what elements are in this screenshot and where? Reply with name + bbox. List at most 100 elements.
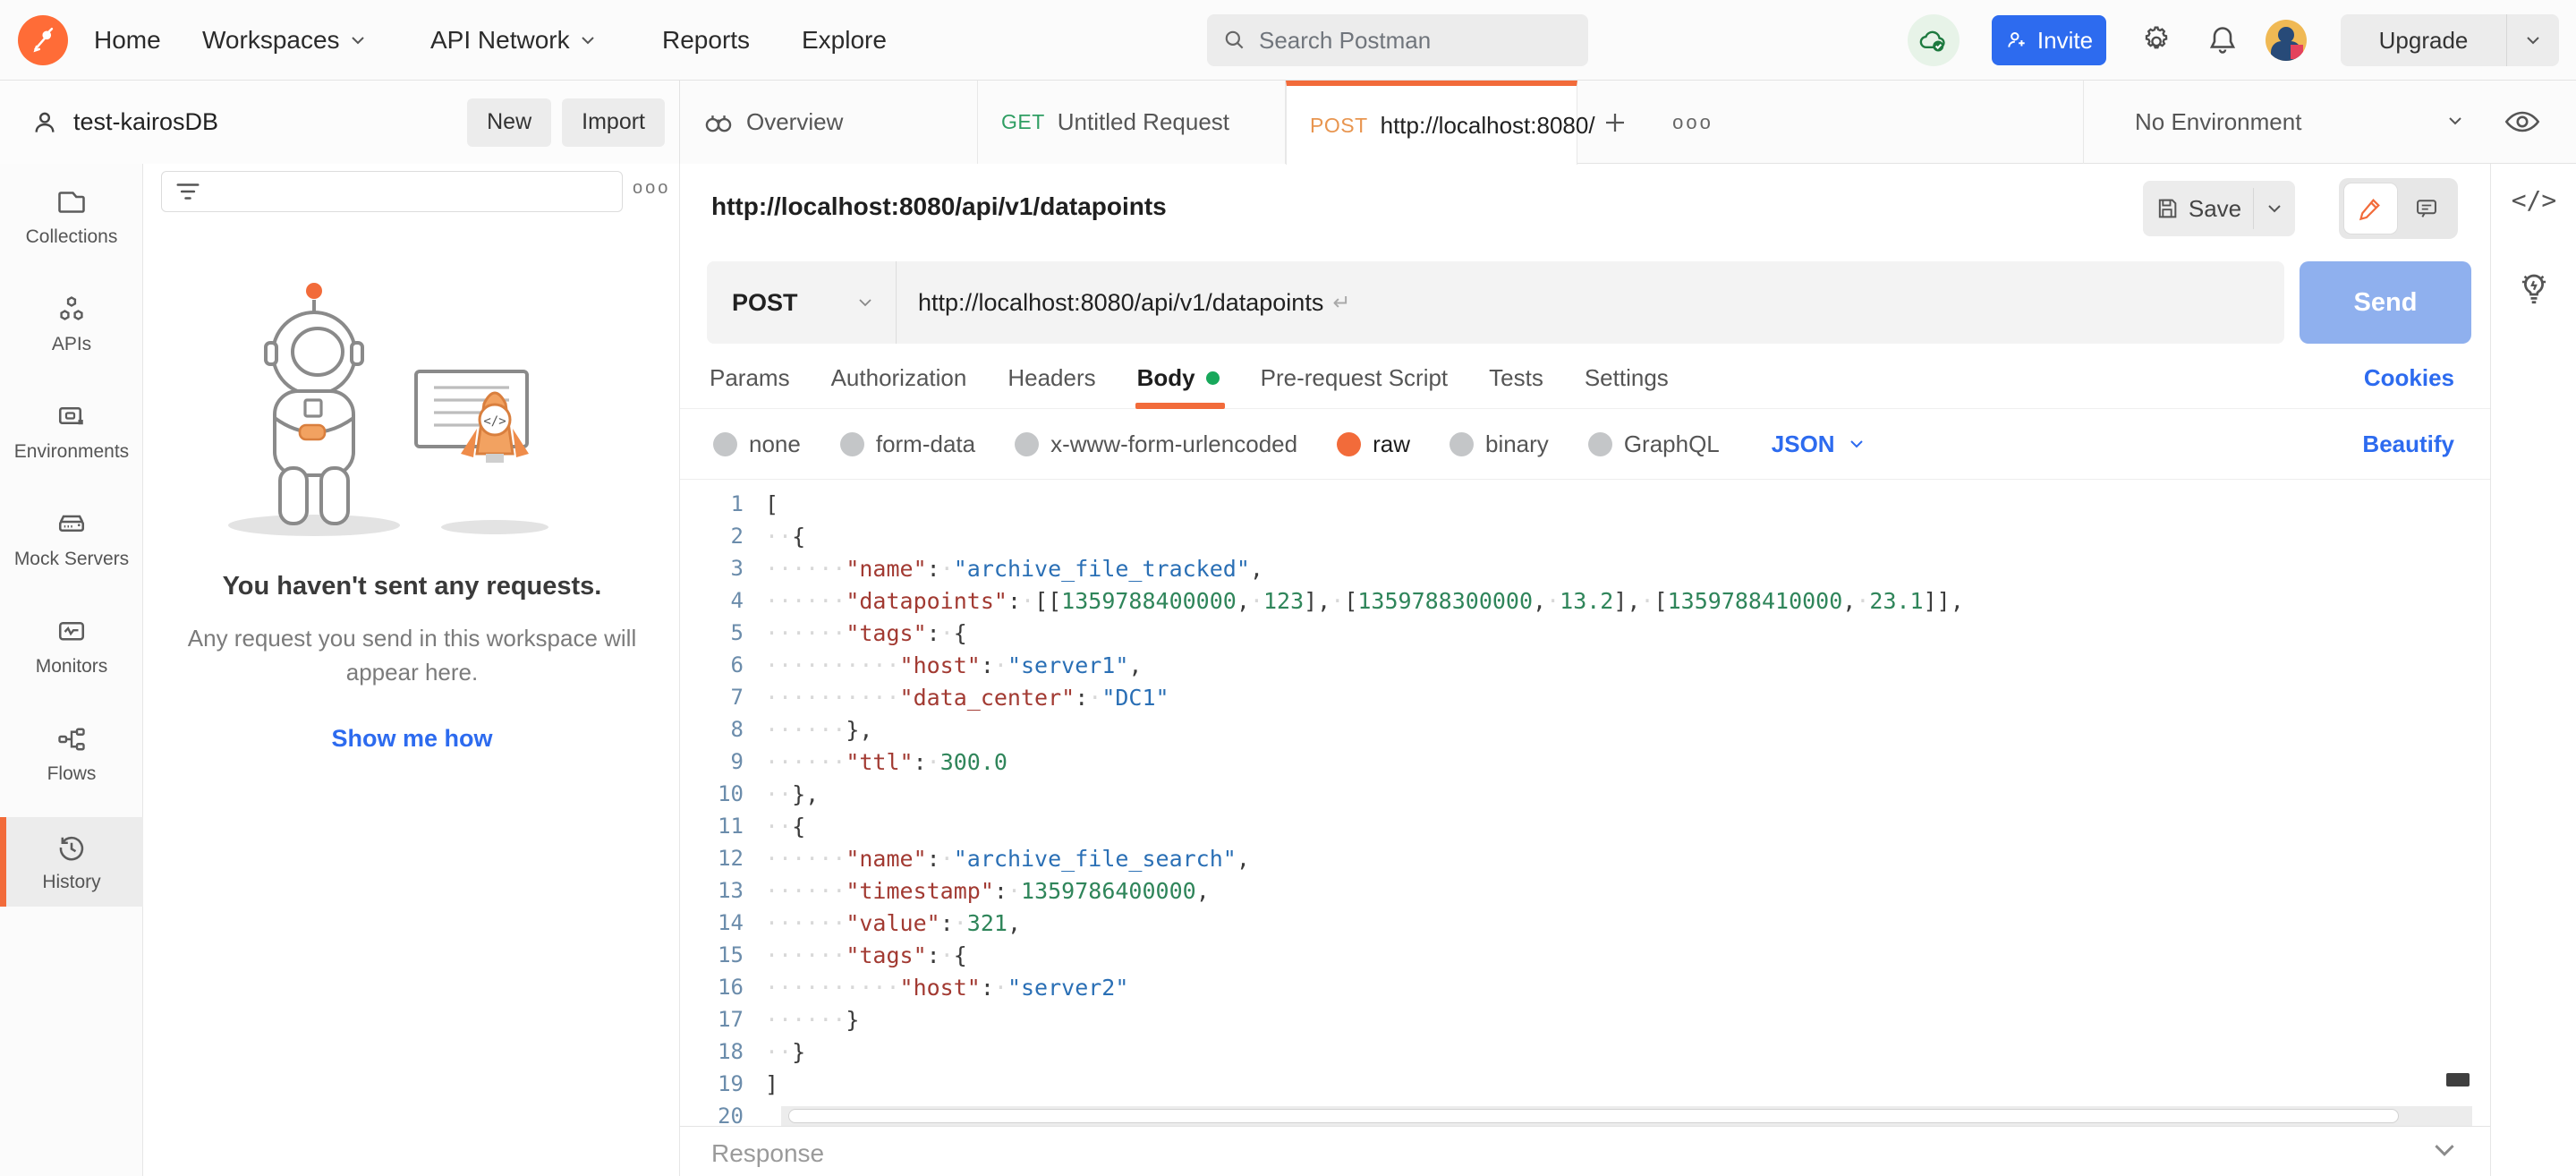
code-line[interactable]: 9······"ttl":·300.0 <box>680 746 2472 778</box>
code-line[interactable]: 6··········"host":·"server1", <box>680 649 2472 681</box>
global-search[interactable] <box>1207 14 1588 66</box>
code-line[interactable]: 13······"timestamp":·1359786400000, <box>680 874 2472 907</box>
line-number: 1 <box>680 491 765 516</box>
tab-tests[interactable]: Tests <box>1489 347 1543 409</box>
import-button[interactable]: Import <box>562 98 665 147</box>
response-section[interactable]: Response <box>680 1126 2490 1176</box>
show-me-how-link[interactable]: Show me how <box>331 725 492 753</box>
code-line[interactable]: 12······"name":·"archive_file_search", <box>680 842 2472 874</box>
method-select[interactable]: POST <box>707 261 897 344</box>
radio-icon <box>1015 432 1039 456</box>
code-line[interactable]: 15······"tags":·{ <box>680 939 2472 971</box>
comment-mode-button[interactable] <box>2401 183 2453 234</box>
upgrade-button[interactable]: Upgrade <box>2341 14 2506 66</box>
notifications-button[interactable] <box>2206 0 2239 81</box>
plus-icon <box>1602 109 1628 136</box>
nav-reports[interactable]: Reports <box>662 0 750 81</box>
edit-mode-button[interactable] <box>2344 183 2397 234</box>
vertical-scrollbar-thumb[interactable] <box>2446 1073 2470 1087</box>
filter-input[interactable] <box>161 171 623 212</box>
code-line[interactable]: 5······"tags":·{ <box>680 617 2472 649</box>
history-options-button[interactable]: ooo <box>633 178 670 199</box>
code-snippet-button[interactable]: </> <box>2491 185 2576 215</box>
body-type-none[interactable]: none <box>713 430 801 458</box>
save-button[interactable]: Save <box>2143 181 2253 236</box>
horizontal-scrollbar-thumb[interactable] <box>788 1109 2399 1123</box>
save-dropdown-button[interactable] <box>2254 181 2295 236</box>
sidebar-item-collections[interactable]: Collections <box>0 175 143 260</box>
tab-body[interactable]: Body <box>1137 347 1220 409</box>
postman-logo[interactable] <box>18 15 68 65</box>
tab-headers[interactable]: Headers <box>1007 347 1095 409</box>
avatar[interactable] <box>2266 20 2307 61</box>
search-input[interactable] <box>1259 27 1545 55</box>
tab-overview[interactable]: Overview <box>680 81 978 164</box>
body-type-x-www-form-urlencoded[interactable]: x-www-form-urlencoded <box>1015 430 1297 458</box>
filter-icon <box>174 180 201 203</box>
sidebar-item-apis[interactable]: APIs <box>0 282 143 367</box>
nav-explore[interactable]: Explore <box>802 0 887 81</box>
body-type-binary[interactable]: binary <box>1450 430 1549 458</box>
history-filter-row: ooo <box>144 164 680 226</box>
sidebar-item-history[interactable]: History <box>0 817 143 907</box>
workspace-title[interactable]: test-kairosDB <box>0 108 218 137</box>
save-label: Save <box>2189 195 2241 223</box>
tab-params[interactable]: Params <box>710 347 790 409</box>
environment-selector[interactable]: No Environment <box>2135 81 2301 164</box>
code-line[interactable]: 11··{ <box>680 810 2472 842</box>
nav-api-network[interactable]: API Network <box>430 0 595 81</box>
horizontal-scrollbar[interactable] <box>781 1106 2472 1126</box>
code-line[interactable]: 4······"datapoints":·[[1359788400000,·12… <box>680 584 2472 617</box>
invite-button[interactable]: Invite <box>1992 15 2106 65</box>
code-line[interactable]: 18··} <box>680 1035 2472 1068</box>
tab-options-button[interactable]: ooo <box>1668 102 1718 143</box>
code-line[interactable]: 1[ <box>680 488 2472 520</box>
code-line[interactable]: 3······"name":·"archive_file_tracked", <box>680 552 2472 584</box>
workspace-header: test-kairosDB New Import <box>0 81 680 164</box>
radio-icon <box>1450 432 1474 456</box>
tab-post-request[interactable]: POST http://localhost:8080/ <box>1286 81 1577 165</box>
code-line[interactable]: 2··{ <box>680 520 2472 552</box>
sidebar-item-environments[interactable]: Environments <box>0 389 143 474</box>
body-type-raw[interactable]: raw <box>1337 430 1410 458</box>
code-line[interactable]: 14······"value":·321, <box>680 907 2472 939</box>
tab-get-request[interactable]: GET Untitled Request <box>978 81 1286 164</box>
radio-icon <box>1588 432 1612 456</box>
sidebar-item-mock-servers[interactable]: Mock Servers <box>0 497 143 582</box>
line-number: 10 <box>680 781 765 806</box>
code-line[interactable]: 7··········"data_center":·"DC1" <box>680 681 2472 713</box>
sidebar-item-monitors[interactable]: Monitors <box>0 604 143 689</box>
sidebar-item-flows[interactable]: Flows <box>0 712 143 797</box>
beautify-link[interactable]: Beautify <box>2362 430 2454 458</box>
tab-authorization[interactable]: Authorization <box>831 347 967 409</box>
upgrade-dropdown-button[interactable] <box>2507 14 2559 66</box>
code-line[interactable]: 10··}, <box>680 778 2472 810</box>
body-type-graphql[interactable]: GraphQL <box>1588 430 1720 458</box>
new-tab-button[interactable] <box>1594 102 1636 143</box>
code-line[interactable]: 19] <box>680 1068 2472 1100</box>
url-input[interactable]: http://localhost:8080/api/v1/datapoints … <box>897 261 2284 344</box>
line-number: 11 <box>680 814 765 839</box>
request-tabs: Params Authorization Headers Body Pre-re… <box>680 347 2490 409</box>
nav-home[interactable]: Home <box>94 0 161 81</box>
tab-settings[interactable]: Settings <box>1585 347 1669 409</box>
body-type-form-data[interactable]: form-data <box>840 430 975 458</box>
body-code-editor[interactable]: 1[2··{3······"name":·"archive_file_track… <box>680 481 2472 1126</box>
request-title-row: http://localhost:8080/api/v1/datapoints … <box>680 164 2490 253</box>
cloud-sync-icon[interactable] <box>1908 14 1960 66</box>
tab-pre-request-script[interactable]: Pre-request Script <box>1261 347 1449 409</box>
response-expand-button[interactable] <box>2433 1143 2456 1157</box>
nav-workspaces[interactable]: Workspaces <box>202 0 365 81</box>
code-line[interactable]: 16··········"host":·"server2" <box>680 971 2472 1003</box>
environment-dropdown[interactable] <box>2448 116 2462 125</box>
send-button[interactable]: Send <box>2300 261 2471 344</box>
code-line[interactable]: 17······} <box>680 1003 2472 1035</box>
hints-button[interactable] <box>2491 269 2576 307</box>
environment-quick-look[interactable] <box>2504 107 2540 136</box>
upgrade-button-group: Upgrade <box>2341 14 2559 66</box>
code-line[interactable]: 8······}, <box>680 713 2472 746</box>
settings-button[interactable] <box>2140 0 2176 81</box>
new-button[interactable]: New <box>467 98 551 147</box>
cookies-link[interactable]: Cookies <box>2364 347 2454 409</box>
language-select[interactable]: JSON <box>1772 430 1864 458</box>
